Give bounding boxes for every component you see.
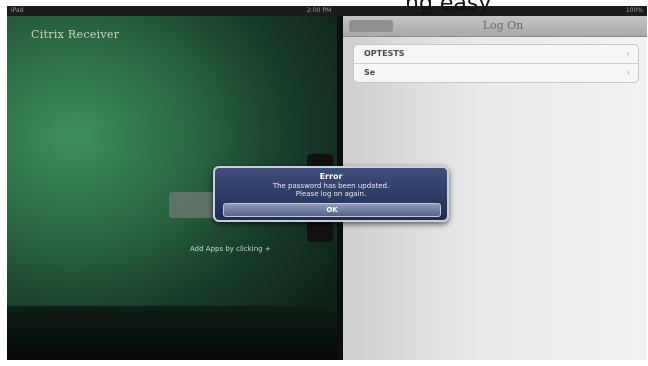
- logon-title: Log On: [482, 19, 524, 32]
- account-list: OPTESTS › Se ›: [353, 44, 639, 83]
- alert-message: The password has been updated. Please lo…: [215, 182, 447, 198]
- account-label: Se: [364, 68, 376, 77]
- logon-navbar: Log On: [343, 16, 647, 37]
- alert-message-line: The password has been updated.: [272, 182, 390, 190]
- battery-label: 100%: [625, 7, 643, 14]
- back-button[interactable]: [349, 20, 393, 32]
- account-row[interactable]: Se ›: [354, 64, 638, 82]
- chevron-right-icon: ›: [626, 68, 630, 77]
- clock: 2:00 PM: [307, 7, 332, 14]
- dock-area: [7, 306, 337, 360]
- account-row[interactable]: OPTESTS ›: [354, 45, 638, 64]
- account-label: OPTESTS: [364, 49, 405, 58]
- add-apps-hint: Add Apps by clicking +: [190, 245, 271, 253]
- alert-message-line: Please log on again.: [295, 190, 367, 198]
- device-screen: iPad 2:00 PM 100% Citrix Receiver Add Ap…: [7, 6, 647, 360]
- carrier-label: iPad: [11, 7, 24, 14]
- alert-title: Error: [319, 172, 343, 181]
- chevron-right-icon: ›: [626, 49, 630, 58]
- status-bar: iPad 2:00 PM 100%: [7, 6, 647, 16]
- caption-text: ng easy: [405, 0, 492, 16]
- error-alert: Error The password has been updated. Ple…: [213, 166, 449, 222]
- ok-button[interactable]: OK: [223, 203, 441, 217]
- app-title: Citrix Receiver: [31, 28, 120, 41]
